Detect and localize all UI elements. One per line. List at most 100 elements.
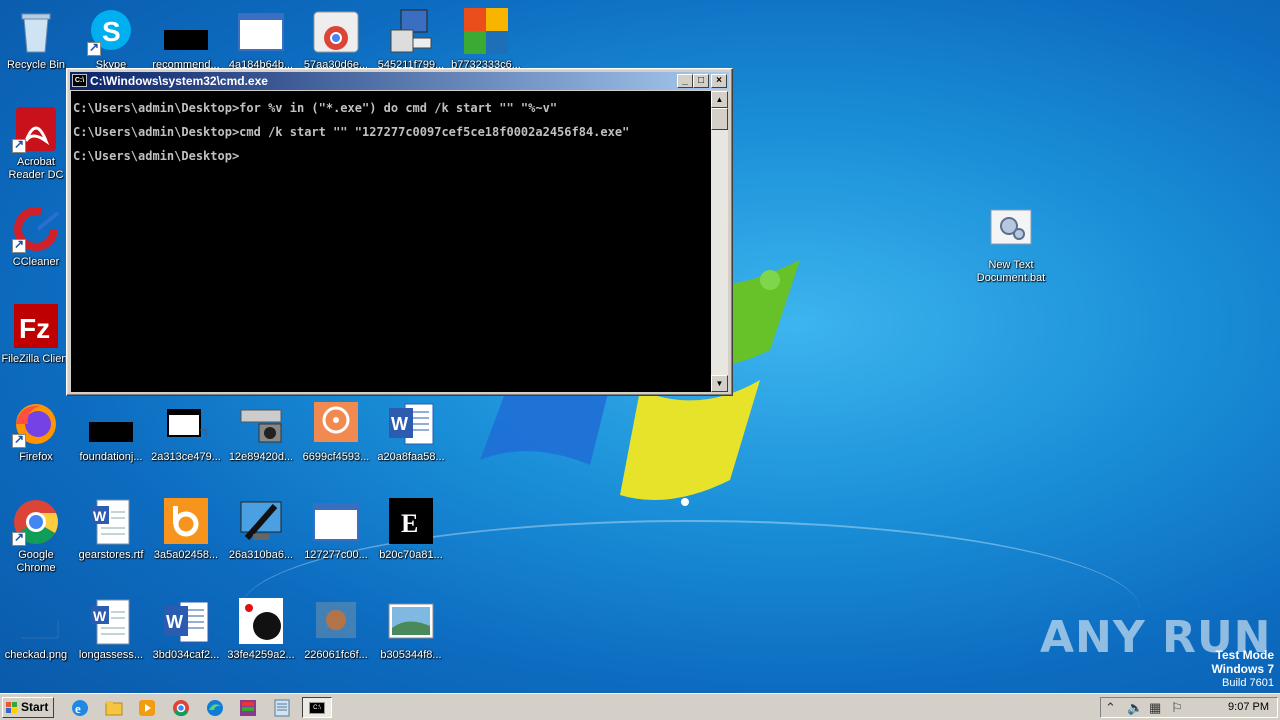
blank-image-icon xyxy=(12,598,60,646)
volume-icon[interactable]: 🔈 xyxy=(1127,701,1143,715)
maximize-button[interactable]: □ xyxy=(693,74,709,88)
cmd-window[interactable]: C:\ C:\Windows\system32\cmd.exe _ □ × C:… xyxy=(66,68,733,396)
cmd-title-bar[interactable]: C:\ C:\Windows\system32\cmd.exe _ □ × xyxy=(70,72,729,90)
desktop-icon-b7732333c6[interactable]: b7732333c6... xyxy=(448,8,524,72)
svg-text:W: W xyxy=(93,508,107,524)
svg-text:W: W xyxy=(391,414,408,434)
cmd-scrollbar[interactable]: ▲ ▼ xyxy=(711,91,728,392)
cmd-line-2: C:\Users\admin\Desktop>cmd /k start "" "… xyxy=(73,125,630,139)
desktop-icon-b20c70a81[interactable]: E b20c70a81... xyxy=(373,498,449,562)
system-tray: ⌃ 🔈 ▦ ⚐ 9:07 PM xyxy=(1100,697,1278,718)
desktop-icon-226061fc6f[interactable]: 226061fc6f... xyxy=(298,598,374,662)
desktop-icon-4a184b64b[interactable]: 4a184b64b... xyxy=(223,8,299,72)
action-center-flag-icon[interactable]: ⚐ xyxy=(1171,701,1183,715)
notepad-icon[interactable] xyxy=(272,698,292,718)
windows-flag-icon xyxy=(6,702,17,713)
desktop-icon-acrobat[interactable]: Acrobat Reader DC xyxy=(0,105,74,182)
bing-icon xyxy=(162,498,210,546)
svg-text:e: e xyxy=(75,701,81,716)
blurred-app-icon xyxy=(312,598,360,646)
start-label: Start xyxy=(21,700,49,714)
desktop-icon-new-text-document-bat[interactable]: New Text Document.bat xyxy=(973,208,1049,285)
desktop-icon-google-chrome[interactable]: Google Chrome xyxy=(0,498,74,575)
desktop-icon-3a5a02458[interactable]: 3a5a02458... xyxy=(148,498,224,562)
build-line: Build 7601 xyxy=(1222,677,1274,689)
taskbar-cmd-button[interactable]: C:\ xyxy=(302,697,332,718)
desktop-icon-filezilla[interactable]: Fz FileZilla Client xyxy=(0,302,74,366)
scroll-up-arrow-icon[interactable]: ▲ xyxy=(711,91,728,108)
svg-text:E: E xyxy=(401,509,418,538)
desktop-icon-6699cf4593[interactable]: 6699cf4593... xyxy=(298,400,374,464)
network-icon[interactable]: ▦ xyxy=(1149,701,1161,715)
svg-text:S: S xyxy=(102,16,121,47)
desktop-icon-skype[interactable]: S Skype xyxy=(73,8,149,72)
black-file-icon xyxy=(87,400,135,448)
clock[interactable]: 9:07 PM xyxy=(1228,701,1269,713)
disc-orange-icon xyxy=(312,400,360,448)
desktop-icon-127277c00[interactable]: 127277c00... xyxy=(298,498,374,562)
desktop-icon-57aa30d6e[interactable]: 57aa30d6e... xyxy=(298,8,374,72)
winrar-icon[interactable] xyxy=(238,698,258,718)
black-red-icon xyxy=(237,598,285,646)
recycle-bin-icon xyxy=(12,8,60,56)
bat-gear-icon xyxy=(987,208,1035,256)
test-mode-notice: Test Mode Windows 7 Build 7601 xyxy=(1211,648,1274,690)
cmd-icon: C:\ xyxy=(72,74,87,87)
start-button[interactable]: Start xyxy=(2,697,54,718)
minimize-button[interactable]: _ xyxy=(677,74,693,88)
desktop-icon-ccleaner[interactable]: CCleaner xyxy=(0,205,74,269)
acrobat-icon xyxy=(12,105,60,153)
taskbar: Start e C:\ ⌃ 🔈 ▦ ⚐ 9:07 PM xyxy=(0,693,1280,720)
desktop-icon-recycle-bin[interactable]: Recycle Bin xyxy=(0,8,74,72)
cmd-line-1: C:\Users\admin\Desktop>for %v in ("*.exe… xyxy=(73,101,558,115)
black-file-icon xyxy=(162,8,210,56)
desktop-icon-33fe4259a2[interactable]: 33fe4259a2... xyxy=(223,598,299,662)
chrome-taskbar-icon[interactable] xyxy=(171,698,191,718)
desktop-icon-checkad[interactable]: checkad.png xyxy=(0,598,74,662)
scanner-camera-icon xyxy=(237,400,285,448)
monitor-pen-icon xyxy=(237,498,285,546)
cmd-title-text: C:\Windows\system32\cmd.exe xyxy=(90,74,268,88)
word-icon: W xyxy=(162,598,210,646)
skype-icon: S xyxy=(87,8,135,56)
window-app-icon xyxy=(312,498,360,546)
word-doc-icon: W xyxy=(87,498,135,546)
black-f-icon: E xyxy=(387,498,435,546)
desktop-icon-2a313ce479[interactable]: 2a313ce479... xyxy=(148,400,224,464)
landscape-image-icon xyxy=(387,598,435,646)
word-doc-icon: W xyxy=(87,598,135,646)
chrome-icon xyxy=(12,498,60,546)
scroll-down-arrow-icon[interactable]: ▼ xyxy=(711,375,728,392)
ie-icon[interactable]: e xyxy=(70,698,90,718)
desktop-icon-recommend[interactable]: recommend... xyxy=(148,8,224,72)
desktop-icon-12e89420d[interactable]: 12e89420d... xyxy=(223,400,299,464)
filezilla-icon: Fz xyxy=(12,302,60,350)
desktop-icon-a20a8faa58[interactable]: W a20a8faa58... xyxy=(373,400,449,464)
edge-icon[interactable] xyxy=(205,698,225,718)
desktop-icon-firefox[interactable]: Firefox xyxy=(0,400,74,464)
cmd-prompt: C:\Users\admin\Desktop> xyxy=(73,149,240,163)
chrome-installer-icon xyxy=(312,8,360,56)
test-mode-line: Test Mode xyxy=(1215,648,1274,662)
folder-icon[interactable] xyxy=(104,698,124,718)
desktop-icon-545211f799[interactable]: 545211f799... xyxy=(373,8,449,72)
tray-expand-icon[interactable]: ⌃ xyxy=(1105,701,1116,715)
desktop-icon-3bd034caf2[interactable]: W 3bd034caf2... xyxy=(148,598,224,662)
desktop-icon-26a310ba6[interactable]: 26a310ba6... xyxy=(223,498,299,562)
desktop-icon-gearstores[interactable]: W gearstores.rtf xyxy=(73,498,149,562)
firefox-icon xyxy=(12,400,60,448)
media-player-icon[interactable] xyxy=(137,698,157,718)
window-app-icon xyxy=(237,8,285,56)
desktop-icon-foundation[interactable]: foundationj... xyxy=(73,400,149,464)
svg-text:Fz: Fz xyxy=(19,313,50,344)
svg-text:W: W xyxy=(166,612,183,632)
close-button[interactable]: × xyxy=(711,74,727,88)
desktop-icon-b305344f8[interactable]: b305344f8... xyxy=(373,598,449,662)
avg-icon xyxy=(462,8,510,56)
desktop-icon-longassess[interactable]: W longassess... xyxy=(73,598,149,662)
scroll-thumb[interactable] xyxy=(711,108,728,130)
ccleaner-icon xyxy=(12,205,60,253)
cmd-console[interactable]: C:\Users\admin\Desktop>for %v in ("*.exe… xyxy=(71,91,713,392)
svg-text:W: W xyxy=(93,608,107,624)
film-window-icon xyxy=(162,400,210,448)
